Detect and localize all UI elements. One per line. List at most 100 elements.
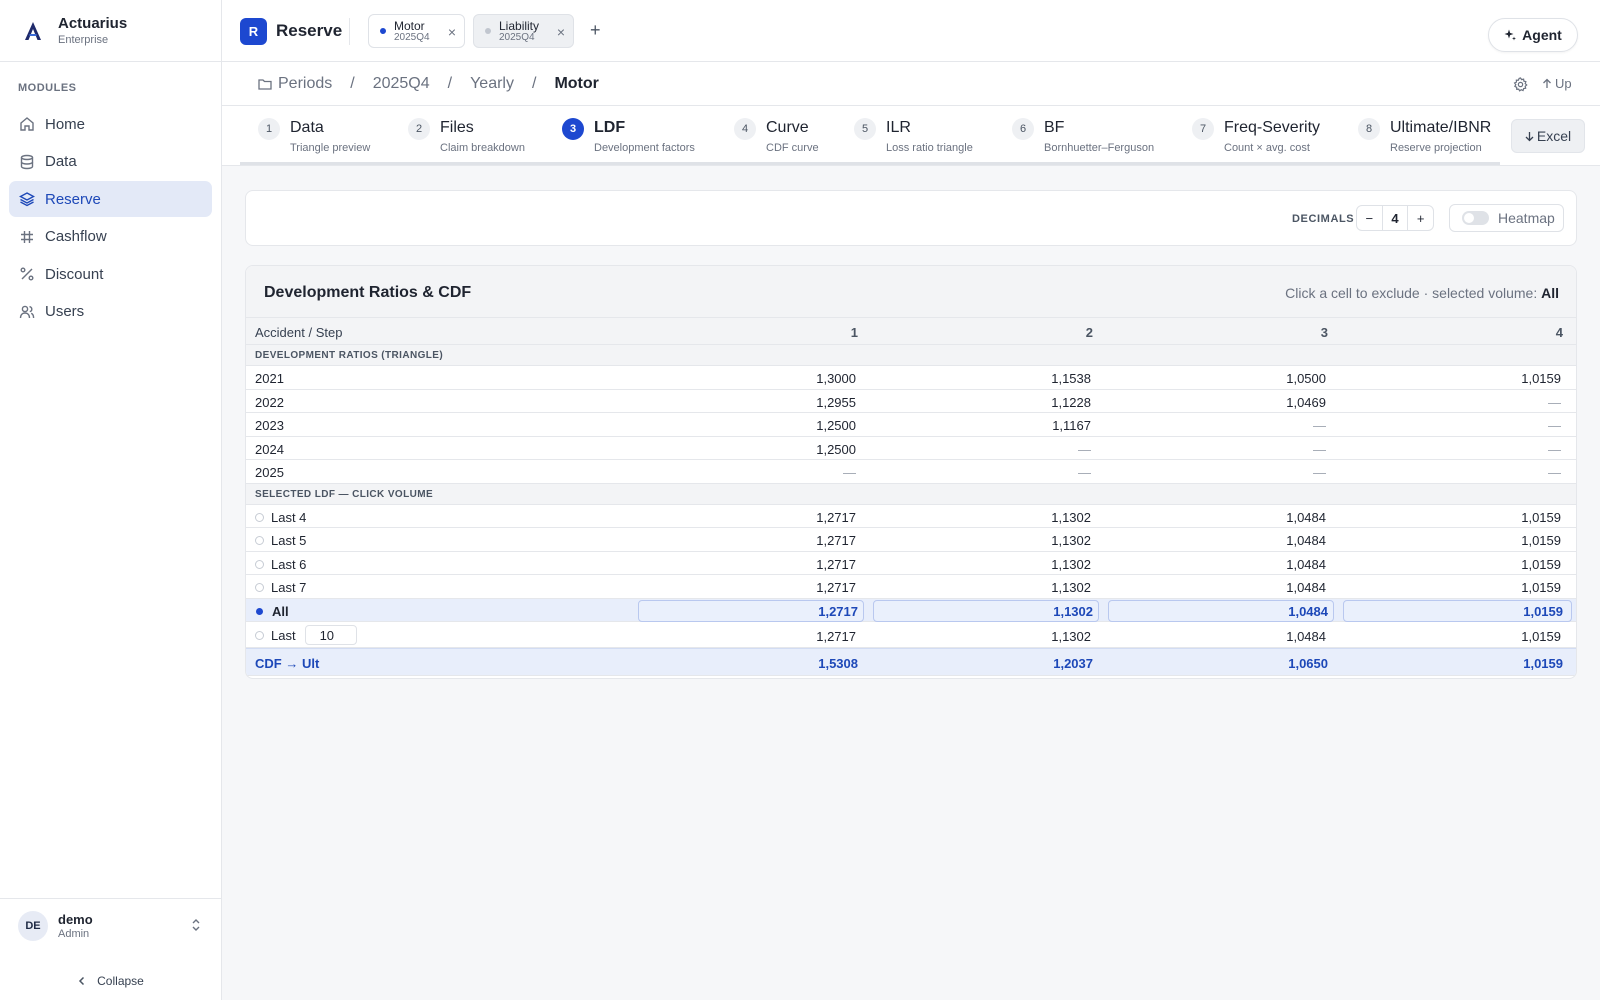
ratio-cell[interactable]: 1,2955 — [626, 395, 856, 410]
ratio-cell[interactable]: 1,3000 — [626, 371, 856, 386]
ldf-cell[interactable]: 1,2717 — [626, 557, 856, 572]
ldf-cell[interactable]: 1,2717 — [626, 510, 856, 525]
radio-button[interactable] — [255, 630, 264, 640]
ldf-cell[interactable]: 1,1302 — [861, 510, 1091, 525]
ratio-cell[interactable]: 1,0159 — [1331, 371, 1561, 386]
folder-icon — [258, 79, 272, 90]
increment-button[interactable]: + — [1408, 206, 1433, 230]
breadcrumb-separator: / — [531, 75, 537, 92]
sidebar-item-label: Users — [45, 303, 85, 320]
gear-icon[interactable] — [1513, 77, 1528, 92]
radio-button-selected[interactable] — [256, 607, 263, 615]
ratio-cell[interactable]: 1,1167 — [861, 418, 1091, 433]
close-icon[interactable]: × — [448, 25, 456, 39]
volume-row-last-4[interactable]: Last 4 1,2717 1,1302 1,0484 1,0159 — [246, 505, 1576, 528]
sidebar-item-cashflow[interactable]: Cashflow — [9, 219, 212, 255]
breadcrumb-separator: / — [447, 75, 453, 92]
agent-button[interactable]: Agent — [1488, 18, 1578, 52]
avatar: DE — [18, 910, 48, 941]
steps-track — [240, 162, 1500, 165]
collapse-button[interactable]: Collapse — [0, 974, 221, 988]
step-number: 1 — [258, 118, 280, 140]
radio-button[interactable] — [255, 583, 264, 592]
ldf-cell[interactable]: 1,0159 — [1331, 580, 1561, 595]
empty-cell: — — [1548, 394, 1561, 410]
sidebar-item-data[interactable]: Data — [9, 144, 212, 180]
home-icon — [20, 117, 34, 131]
breadcrumb: Periods / 2025Q4 / Yearly / Motor — [258, 75, 599, 93]
ldf-cell[interactable]: 1,0159 — [1331, 510, 1561, 525]
empty-cell: — — [1313, 441, 1326, 457]
close-icon[interactable]: × — [557, 25, 565, 39]
volume-row-last-n[interactable]: Last 10 1,2717 1,1302 1,0484 1,0159 — [246, 622, 1576, 648]
column-header: 3 — [1320, 325, 1328, 340]
ldf-cell[interactable]: 1,0159 — [1331, 629, 1561, 644]
sidebar-item-users[interactable]: Users — [9, 294, 212, 330]
step-description: Development factors — [594, 142, 695, 154]
radio-button[interactable] — [255, 536, 264, 545]
empty-cell: — — [1313, 465, 1326, 480]
step-label: Data — [290, 119, 324, 136]
excel-export-button[interactable]: Excel — [1511, 119, 1585, 153]
sidebar: Actuarius Enterprise MODULES Home Data R… — [0, 0, 222, 1000]
ratio-cell[interactable]: 1,0469 — [1096, 395, 1326, 410]
ratio-cell[interactable]: 1,1538 — [861, 371, 1091, 386]
ldf-cell[interactable]: 1,0484 — [1098, 604, 1328, 619]
step-description: Claim breakdown — [440, 142, 525, 154]
decrement-button[interactable]: − — [1357, 206, 1382, 230]
step-description: Reserve projection — [1390, 142, 1482, 154]
volume-row-last-6[interactable]: Last 6 1,2717 1,1302 1,0484 1,0159 — [246, 552, 1576, 575]
last-n-input[interactable]: 10 — [304, 625, 357, 645]
user-name: demo — [58, 911, 93, 927]
ldf-cell[interactable]: 1,0159 — [1333, 604, 1563, 619]
top-bar: R Reserve Motor 2025Q4 × Liability 2025Q… — [222, 0, 1600, 62]
brand[interactable]: Actuarius Enterprise — [0, 0, 221, 62]
breadcrumb-item-periods[interactable]: Periods — [278, 75, 332, 93]
row-label-cell: Last 6 — [255, 557, 306, 572]
volume-row-all[interactable]: All 1,2717 1,1302 1,0484 1,0159 — [246, 598, 1576, 622]
step-number: 5 — [854, 118, 876, 140]
cdf-cell: 1,0159 — [1523, 656, 1563, 671]
ldf-cell[interactable]: 1,0159 — [1331, 533, 1561, 548]
ldf-cell[interactable]: 1,1302 — [861, 629, 1091, 644]
workspace-tab-motor[interactable]: Motor 2025Q4 × — [368, 14, 465, 48]
sidebar-item-reserve[interactable]: Reserve — [9, 181, 212, 217]
ldf-cell[interactable]: 1,2717 — [628, 604, 858, 619]
breadcrumb-item-frequency[interactable]: Yearly — [470, 75, 514, 93]
radio-button[interactable] — [255, 559, 264, 569]
heatmap-toggle[interactable]: Heatmap — [1449, 204, 1564, 232]
workspace-tab-liability[interactable]: Liability 2025Q4 × — [473, 14, 574, 48]
ldf-cell[interactable]: 1,0484 — [1096, 557, 1326, 572]
add-tab-button[interactable]: + — [590, 20, 601, 41]
volume-row-last-5[interactable]: Last 5 1,2717 1,1302 1,0484 1,0159 — [246, 528, 1576, 552]
ldf-cell[interactable]: 1,0484 — [1096, 629, 1326, 644]
section-label: SELECTED LDF — CLICK VOLUME — [246, 483, 1576, 505]
ldf-cell[interactable]: 1,0484 — [1096, 580, 1326, 595]
ldf-cell[interactable]: 1,0484 — [1096, 510, 1326, 525]
ldf-cell[interactable]: 1,2717 — [626, 629, 856, 644]
user-menu[interactable]: DE demo Admin — [0, 898, 221, 952]
breadcrumb-item-period[interactable]: 2025Q4 — [373, 75, 430, 93]
ratio-cell[interactable]: 1,0500 — [1096, 371, 1326, 386]
cdf-cell: 1,5308 — [818, 656, 858, 671]
ratio-cell[interactable]: 1,1228 — [861, 395, 1091, 410]
ldf-cell[interactable]: 1,1302 — [861, 533, 1091, 548]
development-ratios-table: Development Ratios & CDF Click a cell to… — [245, 265, 1577, 679]
volume-row-last-7[interactable]: Last 7 1,2717 1,1302 1,0484 1,0159 — [246, 575, 1576, 599]
ldf-cell[interactable]: 1,1302 — [863, 604, 1093, 619]
ldf-cell[interactable]: 1,1302 — [861, 557, 1091, 572]
radio-button[interactable] — [255, 512, 264, 522]
sidebar-item-discount[interactable]: Discount — [9, 256, 212, 292]
steps-bar: 1 Data Triangle preview 2 Files Claim br… — [222, 106, 1600, 166]
sidebar-item-home[interactable]: Home — [9, 106, 212, 142]
ldf-cell[interactable]: 1,1302 — [861, 580, 1091, 595]
step-label: Freq-Severity — [1224, 119, 1321, 136]
ldf-cell[interactable]: 1,2717 — [626, 580, 856, 595]
up-button[interactable]: Up — [1542, 76, 1572, 91]
ldf-cell[interactable]: 1,0484 — [1096, 533, 1326, 548]
ratio-cell[interactable]: 1,2500 — [626, 442, 856, 457]
ldf-cell[interactable]: 1,2717 — [626, 533, 856, 548]
ldf-cell[interactable]: 1,0159 — [1331, 557, 1561, 572]
ratio-cell[interactable]: 1,2500 — [626, 418, 856, 433]
download-arrow-icon — [1525, 131, 1534, 141]
